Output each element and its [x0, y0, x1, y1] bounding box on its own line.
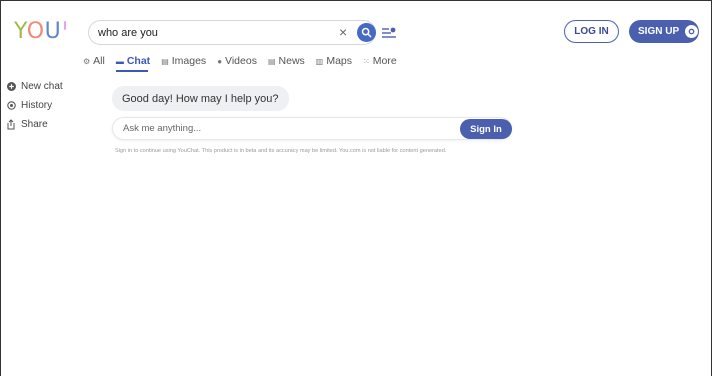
- tab-label: Videos: [225, 55, 257, 67]
- tab-label: Chat: [126, 55, 151, 67]
- search-button[interactable]: [357, 23, 376, 42]
- logo-letter: Y: [14, 19, 27, 44]
- tab-chat[interactable]: ▬ Chat: [116, 53, 150, 69]
- history-icon: [6, 101, 16, 111]
- news-icon: ▤: [267, 56, 276, 66]
- tab-label: Images: [171, 55, 207, 67]
- tab-label: News: [278, 55, 305, 67]
- search-input[interactable]: who are you: [98, 27, 375, 39]
- logo-letter: U: [44, 19, 62, 44]
- login-button[interactable]: LOG IN: [564, 20, 619, 43]
- sidebar-item-share[interactable]: Share: [6, 115, 63, 134]
- search-bar[interactable]: who are you ×: [88, 20, 376, 45]
- tab-all[interactable]: ⚙ All: [83, 53, 105, 69]
- logo-letter: O: [26, 19, 45, 44]
- tab-maps[interactable]: ▥ Maps: [316, 53, 352, 69]
- sidebar-item-label: History: [21, 100, 53, 111]
- search-icon: [361, 27, 372, 38]
- tab-videos[interactable]: ● Videos: [217, 53, 257, 69]
- tab-more[interactable]: ⁙ More: [363, 53, 397, 69]
- sidebar-item-label: New chat: [21, 81, 63, 92]
- beta-disclaimer: Sign in to continue using YouChat. This …: [115, 148, 447, 154]
- all-icon: ⚙: [83, 56, 91, 66]
- tab-images[interactable]: ▤ Images: [161, 53, 206, 69]
- tab-label: All: [93, 55, 105, 67]
- you-logo[interactable]: YOU: [14, 19, 67, 47]
- tab-news[interactable]: ▤ News: [268, 53, 305, 69]
- videos-icon: ●: [217, 56, 223, 66]
- settings-icon: [685, 25, 699, 38]
- chat-input[interactable]: Ask me anything...: [123, 123, 511, 134]
- plus-circle-icon: [6, 82, 16, 92]
- share-icon: [6, 119, 16, 130]
- clear-search-icon[interactable]: ×: [339, 24, 347, 40]
- tab-label: Maps: [326, 55, 353, 67]
- signup-button[interactable]: SIGN UP: [629, 20, 699, 43]
- sign-in-button[interactable]: Sign In: [460, 119, 512, 139]
- chat-icon: ▬: [115, 56, 124, 66]
- maps-icon: ▥: [315, 56, 324, 66]
- more-icon: ⁙: [363, 56, 370, 66]
- tab-label: More: [372, 55, 397, 67]
- search-settings-icon[interactable]: [382, 27, 396, 39]
- images-icon: ▤: [161, 56, 169, 66]
- active-tab-indicator: [116, 70, 148, 72]
- sidebar-item-label: Share: [21, 119, 48, 130]
- signup-label: SIGN UP: [638, 26, 680, 37]
- sidebar-item-new-chat[interactable]: New chat: [6, 77, 63, 96]
- assistant-greeting-bubble: Good day! How may I help you?: [112, 86, 289, 111]
- sidebar: New chat History Share: [6, 77, 63, 134]
- sidebar-item-history[interactable]: History: [6, 96, 63, 115]
- search-tabs: ⚙ All ▬ Chat ▤ Images ● Videos ▤ News ▥ Maps ⁙…: [83, 53, 408, 69]
- logo-accent-bar: [64, 21, 67, 30]
- logo-text: YOU: [14, 19, 61, 45]
- chat-input-box[interactable]: Ask me anything... Sign In: [112, 117, 512, 140]
